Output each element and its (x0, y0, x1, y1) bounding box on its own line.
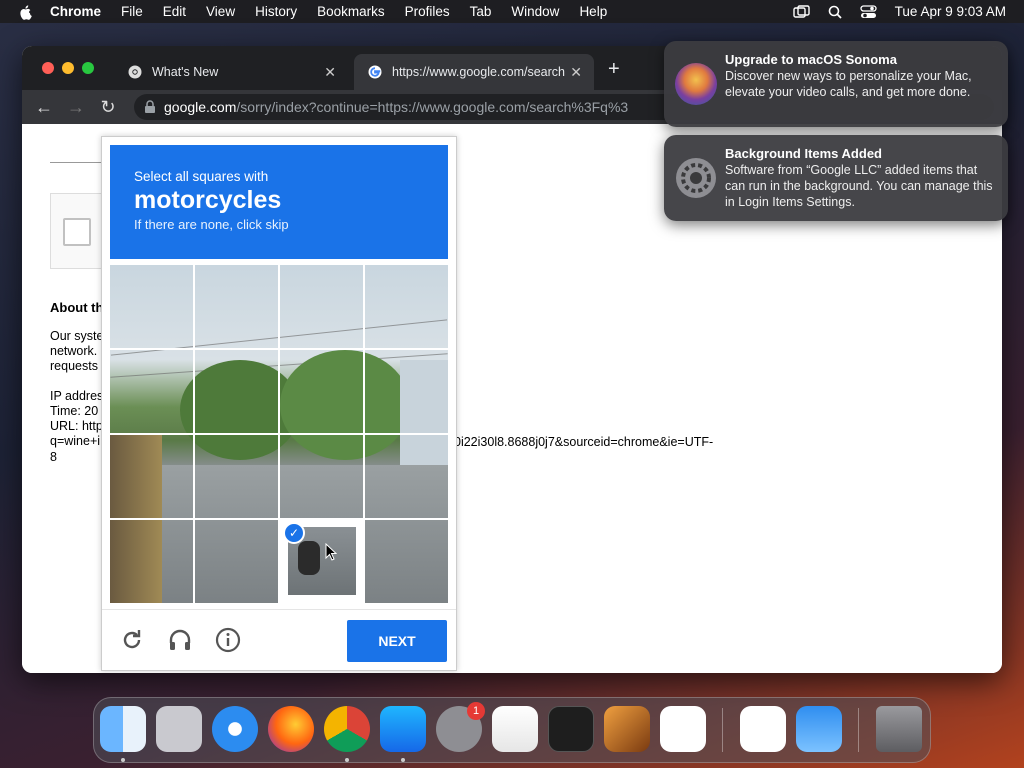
menubar-clock[interactable]: Tue Apr 9 9:03 AM (895, 4, 1006, 19)
challenge-image-grid: ✓ (110, 265, 448, 603)
menu-help[interactable]: Help (579, 4, 607, 19)
dock-separator (722, 708, 723, 752)
textedit-icon[interactable] (492, 706, 538, 752)
close-tab-icon[interactable]: ✕ (324, 64, 336, 81)
recaptcha-checkbox-widget (50, 193, 106, 269)
tile-14[interactable] (195, 520, 279, 603)
trash-icon[interactable] (876, 706, 922, 752)
about-heading: About th (50, 300, 104, 315)
forward-arrow-icon[interactable]: → (60, 97, 92, 118)
system-settings-gear-icon (676, 158, 716, 198)
visual-studio-icon[interactable] (740, 706, 786, 752)
menu-tab[interactable]: Tab (470, 4, 492, 19)
tab-title: https://www.google.com/search (392, 65, 565, 79)
notification-background-items[interactable]: Background Items Added Software from “Go… (664, 135, 1008, 221)
macos-sonoma-icon (675, 63, 717, 105)
menu-bar: Chrome File Edit View History Bookmarks … (0, 0, 1024, 23)
tile-4[interactable] (365, 265, 448, 349)
mouse-cursor-icon (325, 543, 337, 561)
notification-title: Background Items Added (725, 146, 882, 161)
screen-mirroring-icon[interactable] (792, 4, 810, 19)
grid-line (110, 433, 448, 435)
running-indicator (121, 758, 125, 762)
menu-view[interactable]: View (206, 4, 235, 19)
tile-1[interactable] (110, 265, 194, 349)
terminal-icon[interactable] (548, 706, 594, 752)
tile-6[interactable] (195, 350, 279, 434)
checkmark-icon: ✓ (283, 522, 305, 544)
chrome-icon[interactable] (324, 706, 370, 752)
running-indicator (401, 758, 405, 762)
grid-line (110, 518, 448, 520)
menu-history[interactable]: History (255, 4, 297, 19)
spotlight-search-icon[interactable] (828, 5, 842, 19)
menu-profiles[interactable]: Profiles (405, 4, 450, 19)
control-center-icon[interactable] (860, 4, 877, 19)
zoom-window-button[interactable] (82, 62, 94, 74)
site-info-icon[interactable] (144, 100, 156, 114)
tile-10[interactable] (195, 435, 279, 519)
address-host: google.com (164, 99, 237, 115)
tile-2[interactable] (195, 265, 279, 349)
info-icon[interactable] (215, 627, 241, 653)
menu-file[interactable]: File (121, 4, 143, 19)
dock: 1 (93, 697, 931, 763)
challenge-target: motorcycles (134, 186, 282, 214)
tile-11[interactable] (280, 435, 364, 519)
back-arrow-icon[interactable]: ← (28, 97, 60, 118)
close-window-button[interactable] (42, 62, 54, 74)
close-tab-icon[interactable]: ✕ (570, 64, 582, 81)
tile-12[interactable] (365, 435, 448, 519)
google-favicon-icon (368, 65, 382, 79)
url-text-end: 8 (50, 450, 57, 464)
recaptcha-checkbox[interactable] (63, 218, 91, 246)
firefox-icon[interactable] (268, 706, 314, 752)
notification-sonoma[interactable]: Upgrade to macOS Sonoma Discover new way… (664, 41, 1008, 127)
menu-bookmarks[interactable]: Bookmarks (317, 4, 385, 19)
audio-challenge-icon[interactable] (167, 627, 193, 653)
challenge-hint: If there are none, click skip (134, 217, 289, 232)
tile-13[interactable] (110, 520, 194, 603)
running-indicator (345, 758, 349, 762)
tab-whats-new[interactable]: What's New ✕ (114, 54, 348, 90)
menu-edit[interactable]: Edit (163, 4, 186, 19)
tab-title: What's New (152, 65, 219, 79)
notification-title: Upgrade to macOS Sonoma (725, 52, 897, 67)
reload-challenge-icon[interactable] (119, 627, 145, 653)
tab-google-search[interactable]: https://www.google.com/search ✕ (354, 54, 594, 90)
tile-16[interactable] (365, 520, 448, 603)
notification-body: Software from “Google LLC” added items t… (725, 163, 993, 209)
vscode-icon[interactable] (660, 706, 706, 752)
app-store-icon[interactable] (380, 706, 426, 752)
chrome-favicon-icon (128, 65, 142, 79)
challenge-instruction: Select all squares with (134, 169, 269, 184)
challenge-footer: NEXT (102, 609, 456, 670)
minimize-window-button[interactable] (62, 62, 74, 74)
challenge-header: Select all squares with motorcycles If t… (110, 145, 448, 259)
dock-separator (858, 708, 859, 752)
new-tab-button[interactable]: + (608, 58, 620, 81)
tile-3[interactable] (280, 265, 364, 349)
tile-9[interactable] (110, 435, 194, 519)
tile-15-selected[interactable]: ✓ (280, 519, 364, 603)
safari-icon[interactable] (212, 706, 258, 752)
tile-8[interactable] (365, 350, 448, 434)
next-button[interactable]: NEXT (347, 620, 447, 662)
menu-window[interactable]: Window (511, 4, 559, 19)
address-path: /sorry/index?continue=https://www.google… (236, 99, 629, 115)
tile-5[interactable] (110, 350, 194, 434)
finder-icon[interactable] (100, 706, 146, 752)
weather-icon[interactable] (796, 706, 842, 752)
recaptcha-challenge: Select all squares with motorcycles If t… (101, 136, 457, 671)
grid-line (110, 348, 448, 350)
notification-badge: 1 (467, 702, 485, 720)
notification-body: Discover new ways to personalize your Ma… (725, 69, 972, 99)
tile-7[interactable] (280, 350, 364, 434)
reload-icon[interactable]: ↻ (92, 97, 124, 118)
launchpad-icon[interactable] (156, 706, 202, 752)
menu-chrome[interactable]: Chrome (50, 4, 101, 19)
apple-icon[interactable] (18, 4, 34, 20)
garageband-icon[interactable] (604, 706, 650, 752)
url-text: 0i22i30l8.8688j0j7&sourceid=chrome&ie=UT… (454, 435, 714, 449)
